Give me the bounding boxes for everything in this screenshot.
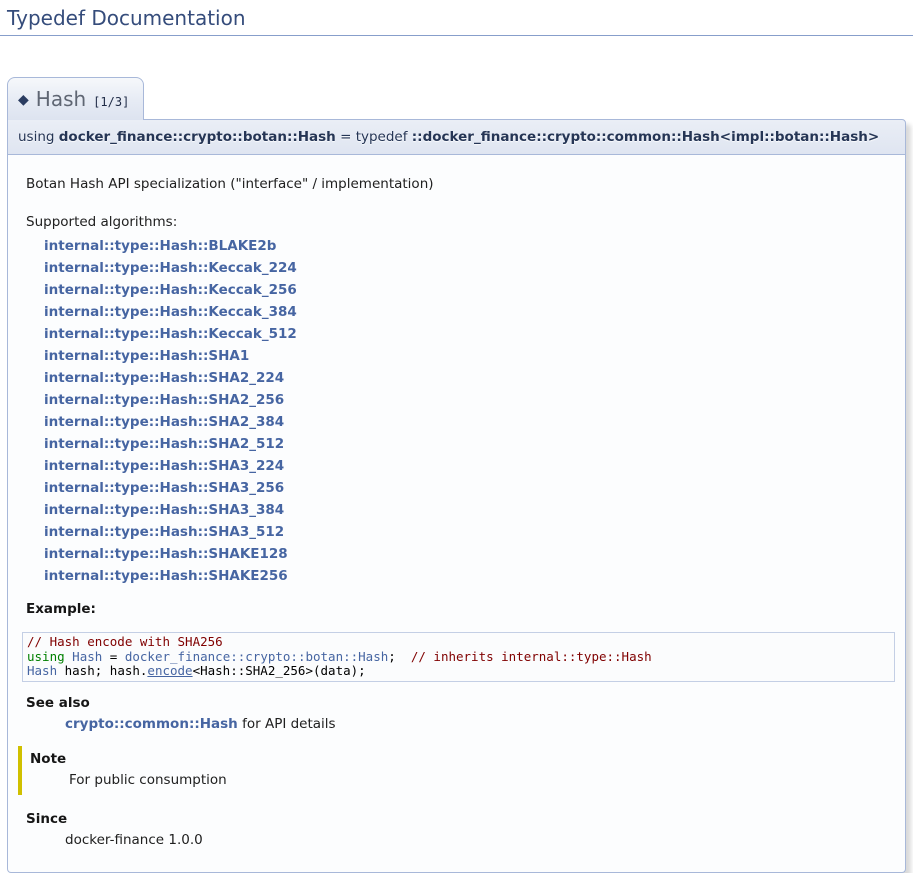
- algorithm-link[interactable]: internal::type::Hash::SHA2_224: [44, 370, 284, 386]
- algorithm-link[interactable]: internal::type::Hash::SHA1: [44, 348, 249, 364]
- algorithm-list-item: internal::type::Hash::SHAKE128: [44, 543, 895, 565]
- algorithm-link[interactable]: internal::type::Hash::SHA3_512: [44, 524, 284, 540]
- member-overload-badge: [1/3]: [93, 95, 129, 109]
- member-item: ◆Hash[1/3] using docker_finance::crypto:…: [7, 77, 906, 873]
- algorithm-link[interactable]: internal::type::Hash::SHA2_512: [44, 436, 284, 452]
- code-token-comment: // Hash encode with SHA256: [27, 634, 223, 649]
- code-link[interactable]: Hash: [72, 649, 102, 664]
- see-also-content: crypto::common::Hash for API details: [65, 716, 895, 732]
- code-line: // Hash encode with SHA256: [27, 635, 890, 650]
- since-section: Since docker-finance 1.0.0: [26, 811, 895, 848]
- algorithm-list-item: internal::type::Hash::SHA2_256: [44, 389, 895, 411]
- decl-infix: = typedef: [336, 129, 412, 145]
- code-block: // Hash encode with SHA256using Hash = d…: [22, 632, 895, 682]
- example-section: Example:: [26, 601, 895, 617]
- decl-name-link[interactable]: docker_finance::crypto::botan::Hash: [59, 129, 336, 145]
- note-section: Note For public consumption: [18, 746, 895, 795]
- code-token-keyword: using: [27, 649, 65, 664]
- algorithms-label: Supported algorithms:: [26, 214, 895, 230]
- algorithm-list-item: internal::type::Hash::SHA3_224: [44, 455, 895, 477]
- code-token-plain: hash; hash.: [57, 663, 147, 678]
- see-also-section: See also crypto::common::Hash for API de…: [26, 695, 895, 732]
- algorithm-link[interactable]: internal::type::Hash::SHA2_384: [44, 414, 284, 430]
- algorithm-link[interactable]: internal::type::Hash::SHA3_224: [44, 458, 284, 474]
- algorithm-link[interactable]: internal::type::Hash::SHA3_384: [44, 502, 284, 518]
- algorithm-link[interactable]: internal::type::Hash::Keccak_512: [44, 326, 297, 342]
- algorithm-link[interactable]: internal::type::Hash::SHAKE128: [44, 546, 288, 562]
- algorithm-link[interactable]: internal::type::Hash::SHAKE256: [44, 568, 288, 584]
- since-label: Since: [26, 811, 895, 827]
- code-token-plain: ;: [388, 649, 411, 664]
- example-label: Example:: [26, 601, 895, 617]
- algorithm-list: internal::type::Hash::BLAKE2binternal::t…: [44, 235, 895, 587]
- algorithm-list-item: internal::type::Hash::Keccak_512: [44, 323, 895, 345]
- algorithm-list-item: internal::type::Hash::SHAKE256: [44, 565, 895, 587]
- algorithm-link[interactable]: internal::type::Hash::Keccak_224: [44, 260, 297, 276]
- algorithm-list-item: internal::type::Hash::SHA2_224: [44, 367, 895, 389]
- code-link[interactable]: encode: [147, 663, 192, 678]
- see-also-link[interactable]: crypto::common::Hash: [65, 716, 238, 732]
- algorithm-list-item: internal::type::Hash::SHA2_384: [44, 411, 895, 433]
- page-title: Typedef Documentation: [0, 0, 913, 36]
- since-text: docker-finance 1.0.0: [65, 832, 895, 848]
- decl-type-link[interactable]: ::docker_finance::crypto::common::Hash<i…: [412, 129, 879, 145]
- algorithm-list-item: internal::type::Hash::SHA1: [44, 345, 895, 367]
- algorithm-list-item: internal::type::Hash::Keccak_224: [44, 257, 895, 279]
- see-also-label: See also: [26, 695, 895, 711]
- code-token-comment: // inherits internal::type::Hash: [411, 649, 652, 664]
- algorithm-link[interactable]: internal::type::Hash::BLAKE2b: [44, 238, 276, 254]
- summary-text: Botan Hash API specialization ("interfac…: [26, 176, 895, 192]
- algorithm-list-item: internal::type::Hash::BLAKE2b: [44, 235, 895, 257]
- algorithm-link[interactable]: internal::type::Hash::Keccak_256: [44, 282, 297, 298]
- see-also-suffix: for API details: [238, 716, 336, 732]
- member-tab-title: Hash: [36, 87, 86, 111]
- decl-prefix: using: [18, 129, 59, 145]
- algorithm-list-item: internal::type::Hash::SHA3_384: [44, 499, 895, 521]
- code-link[interactable]: Hash: [27, 663, 57, 678]
- permalink-diamond-icon[interactable]: ◆: [18, 92, 29, 108]
- algorithm-link[interactable]: internal::type::Hash::SHA2_256: [44, 392, 284, 408]
- algorithm-list-item: internal::type::Hash::SHA3_256: [44, 477, 895, 499]
- code-token-plain: <Hash::SHA2_256>(data);: [193, 663, 366, 678]
- member-tab: ◆ Hash [1/3]: [7, 77, 144, 120]
- code-line: Hash hash; hash.encode<Hash::SHA2_256>(d…: [27, 664, 890, 679]
- code-line: using Hash = docker_finance::crypto::bot…: [27, 650, 890, 665]
- algorithm-list-item: internal::type::Hash::Keccak_256: [44, 279, 895, 301]
- algorithm-list-item: internal::type::Hash::Keccak_384: [44, 301, 895, 323]
- code-token-plain: =: [102, 649, 125, 664]
- algorithm-list-item: internal::type::Hash::SHA3_512: [44, 521, 895, 543]
- algorithm-link[interactable]: internal::type::Hash::Keccak_384: [44, 304, 297, 320]
- algorithm-link[interactable]: internal::type::Hash::SHA3_256: [44, 480, 284, 496]
- note-text: For public consumption: [69, 772, 895, 788]
- member-declaration: using docker_finance::crypto::botan::Has…: [7, 119, 906, 155]
- member-documentation: Botan Hash API specialization ("interfac…: [7, 155, 906, 873]
- note-label: Note: [30, 751, 895, 767]
- code-link[interactable]: docker_finance::crypto::botan::Hash: [125, 649, 388, 664]
- algorithm-list-item: internal::type::Hash::SHA2_512: [44, 433, 895, 455]
